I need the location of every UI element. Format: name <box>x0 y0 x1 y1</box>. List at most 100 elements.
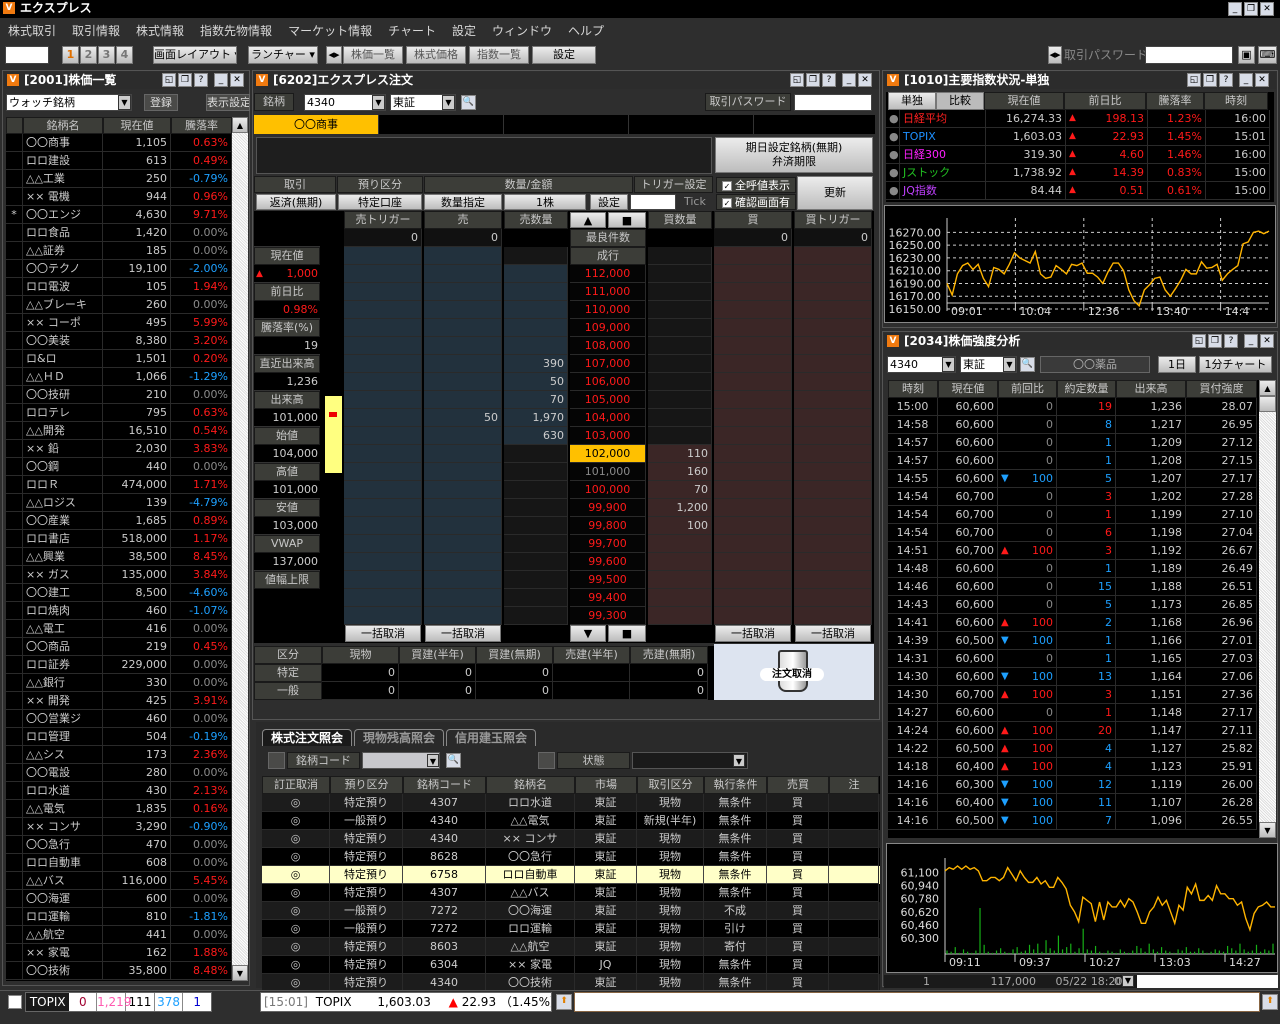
sell-trigger-cell[interactable] <box>344 463 422 481</box>
buy-trigger-cell[interactable] <box>794 319 872 337</box>
price-level[interactable]: 99,900 <box>570 499 646 517</box>
stock-row[interactable]: △△電工 416 0.00% <box>6 620 232 638</box>
minimize-icon[interactable]: _ <box>1228 2 1242 16</box>
sell-trigger-cell[interactable] <box>344 481 422 499</box>
strength-row[interactable]: 14:48 60,600 0 1 1,189 26.49 <box>888 560 1259 578</box>
close-icon[interactable]: ✕ <box>1255 73 1269 87</box>
sell-trigger-cell[interactable] <box>344 301 422 319</box>
stock-row[interactable]: △△航空 441 0.00% <box>6 926 232 944</box>
symbol-tab-active[interactable]: 〇〇商事 <box>254 115 378 134</box>
sell-trigger-cell[interactable] <box>344 337 422 355</box>
stock-row[interactable]: ロロテレ 795 0.63% <box>6 404 232 422</box>
buy-trigger-cell[interactable] <box>794 553 872 571</box>
sell-order-cell[interactable]: 50 <box>424 409 502 427</box>
sell-trigger-cell[interactable] <box>344 319 422 337</box>
stock-row[interactable]: ロロ運輸 810 -1.81% <box>6 908 232 926</box>
buy-trigger-cell[interactable] <box>794 373 872 391</box>
buy-trigger-cell[interactable] <box>794 427 872 445</box>
scroll-down-icon[interactable]: ▼ <box>1259 822 1276 838</box>
inquiry-row[interactable]: ◎ 特定預り 6758 ロロ自動車 東証 現物 無条件買 <box>262 866 880 884</box>
stock-row[interactable]: ロ&ロ 1,501 0.20% <box>6 350 232 368</box>
strength-row[interactable]: 14:51 60,700 ▲ 100 3 1,192 26.67 <box>888 542 1259 560</box>
copy-icon[interactable]: ❐ <box>178 73 192 87</box>
display-settings-button[interactable]: 表示設定 <box>206 94 250 111</box>
buy-order-cell[interactable] <box>714 589 792 607</box>
strength-row[interactable]: 14:31 60,600 0 1 1,165 27.03 <box>888 650 1259 668</box>
bulk-cancel-button[interactable]: 一括取消 <box>715 625 791 642</box>
strength-column-header[interactable]: 出来高 <box>1116 380 1186 398</box>
strength-row[interactable]: 14:16 60,500 ▼ 100 7 1,096 26.55 <box>888 812 1259 830</box>
inquiry-row[interactable]: ◎ 特定預り 4307 ロロ水道 東証 現物 無条件買 <box>262 794 880 812</box>
sell-trigger-cell[interactable] <box>344 445 422 463</box>
page-button-3[interactable]: 3 <box>98 46 115 64</box>
search-icon[interactable]: 🔍 <box>1020 357 1035 372</box>
buy-order-cell[interactable] <box>714 373 792 391</box>
sell-order-cell[interactable] <box>424 445 502 463</box>
refresh-button[interactable]: 更新 <box>797 176 873 210</box>
page-button-2[interactable]: 2 <box>80 46 97 64</box>
price-level[interactable]: 99,600 <box>570 553 646 571</box>
stock-row[interactable]: ロロ書店 518,000 1.17% <box>6 530 232 548</box>
inquiry-tab[interactable]: 株式注文照会 <box>262 729 353 746</box>
stock-row[interactable]: ロロ自動車 608 0.00% <box>6 854 232 872</box>
buy-order-cell[interactable] <box>714 535 792 553</box>
strength-row[interactable]: 14:39 60,500 ▼ 100 1 1,166 27.01 <box>888 632 1259 650</box>
menu-item[interactable]: ヘルプ <box>568 20 604 42</box>
buy-trigger-cell[interactable] <box>794 463 872 481</box>
order-password-input[interactable] <box>794 94 872 111</box>
column-header[interactable]: 騰落率 <box>171 117 232 134</box>
scroll-thumb[interactable] <box>1259 396 1276 412</box>
copy-icon[interactable]: ❐ <box>806 73 820 87</box>
confirm-screen-checkbox[interactable]: ✓ 確認画面有 <box>716 194 796 210</box>
restore-icon[interactable]: ❐ <box>1244 2 1258 16</box>
sell-trigger-cell[interactable] <box>344 265 422 283</box>
menu-item[interactable]: 取引情報 <box>72 20 120 42</box>
close-icon[interactable]: ✕ <box>230 73 244 87</box>
inquiry-row[interactable]: ◎ 一般預り 7272 〇〇海運 東証 現物 不成買 <box>262 902 880 920</box>
stock-row[interactable]: ×× 家電 162 1.88% <box>6 944 232 962</box>
menu-item[interactable]: 株式取引 <box>8 20 56 42</box>
price-up-button[interactable]: ▲ <box>570 212 606 228</box>
buy-trigger-cell[interactable] <box>794 607 872 625</box>
strength-row[interactable]: 14:46 60,600 0 15 1,188 26.51 <box>888 578 1259 596</box>
close-icon[interactable]: ✕ <box>1260 2 1274 16</box>
buy-order-cell[interactable] <box>714 391 792 409</box>
symbol-tab-empty[interactable] <box>503 115 628 134</box>
price-level[interactable]: 103,000 <box>570 427 646 445</box>
stock-row[interactable]: ロロ証券 229,000 0.00% <box>6 656 232 674</box>
price-level[interactable]: 99,300 <box>570 607 646 625</box>
stock-row[interactable]: ロロ管理 504 -0.19% <box>6 728 232 746</box>
stock-row[interactable]: ロロ焼肉 460 -1.07% <box>6 602 232 620</box>
sell-order-cell[interactable] <box>424 265 502 283</box>
cancel-order-area[interactable]: 注文取消 <box>714 644 874 700</box>
single-mode-button[interactable]: 単独 <box>888 92 936 110</box>
inquiry-row[interactable]: ◎ 一般預り 4340 △△電気 東証 新規(半年) 無条件買 <box>262 812 880 830</box>
price-level[interactable]: 99,400 <box>570 589 646 607</box>
stock-row[interactable]: △△ロジス 139 -4.79% <box>6 494 232 512</box>
strength-row[interactable]: 15:00 60,600 0 19 1,236 28.07 <box>888 398 1259 416</box>
sell-trigger-cell[interactable] <box>344 391 422 409</box>
sell-order-cell[interactable] <box>424 589 502 607</box>
buy-order-cell[interactable] <box>714 571 792 589</box>
page-button-1[interactable]: 1 <box>62 46 79 64</box>
toolbar-code-input[interactable] <box>5 46 49 64</box>
price-level[interactable]: 105,000 <box>570 391 646 409</box>
sell-order-cell[interactable] <box>424 463 502 481</box>
buy-order-cell[interactable] <box>714 265 792 283</box>
inquiry-row[interactable]: ◎ 特定預り 4307 △△バス 東証 現物 無条件買 <box>262 884 880 902</box>
stock-row[interactable]: 〇〇建工 8,500 -4.60% <box>6 584 232 602</box>
buy-trigger-cell[interactable] <box>794 499 872 517</box>
help-icon[interactable]: ? <box>822 73 836 87</box>
sell-trigger-cell[interactable] <box>344 499 422 517</box>
inquiry-column-header[interactable]: 注 <box>829 776 879 794</box>
sell-trigger-cell[interactable] <box>344 517 422 535</box>
stock-row[interactable]: ×× ガス 135,000 3.84% <box>6 566 232 584</box>
inquiry-row[interactable]: ◎ 一般預り 7272 ロロ運輸 東証 現物 引け買 <box>262 920 880 938</box>
stock-list-scrollbar[interactable]: ▲ ▼ <box>232 117 248 981</box>
minimize-icon[interactable]: _ <box>1239 73 1253 87</box>
layout-dropdown[interactable]: 画面レイアウト ▾ <box>153 46 237 64</box>
code-filter-checkbox[interactable] <box>268 752 285 769</box>
menu-item[interactable]: チャート <box>388 20 436 42</box>
buy-order-cell[interactable] <box>714 409 792 427</box>
tick-input[interactable] <box>630 194 676 210</box>
